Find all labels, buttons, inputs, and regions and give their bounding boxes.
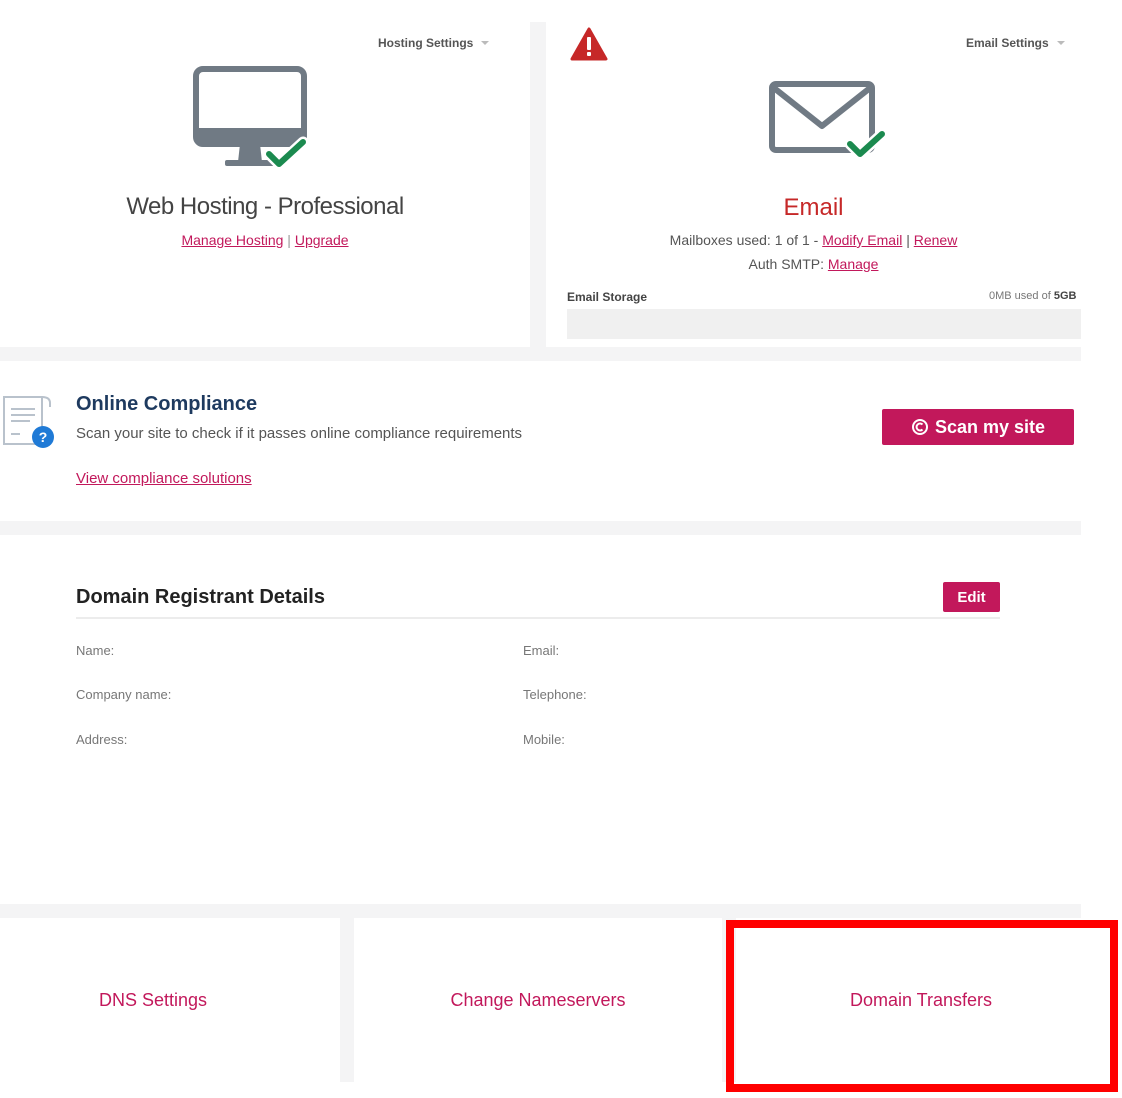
field-label-company: Company name: (76, 687, 172, 702)
dns-settings-tile[interactable]: DNS Settings (0, 918, 340, 1082)
change-nameservers-tile[interactable]: Change Nameservers (354, 918, 722, 1082)
field-label-name: Name: (76, 643, 115, 658)
hosting-plan-title: Web Hosting - Professional (126, 193, 404, 220)
email-storage-label: Email Storage (567, 290, 648, 304)
email-title: Email (783, 194, 844, 221)
divider (0, 521, 1081, 535)
field-label-mobile: Mobile: (523, 732, 565, 747)
warning-triangle-icon (570, 27, 608, 61)
divider (340, 916, 354, 1082)
scan-button-label: Scan my site (934, 416, 1046, 437)
view-compliance-link[interactable]: View compliance solutions (76, 470, 252, 487)
link-separator: | (906, 232, 910, 248)
change-nameservers-label: Change Nameservers (450, 989, 626, 1010)
field-label-email: Email: (523, 643, 560, 658)
envelope-check-icon (769, 81, 888, 160)
edit-registrant-button[interactable]: Edit (943, 582, 1000, 612)
compliance-title: Online Compliance (76, 393, 258, 415)
email-card: Email Settings Email Mailboxes used: 1 o… (546, 0, 1081, 347)
mailboxes-usage: Mailboxes used: 1 of 1 - Modify Email | … (546, 232, 1081, 248)
email-settings-dropdown[interactable]: Email Settings (966, 36, 1065, 50)
hosting-settings-label: Hosting Settings (378, 36, 474, 50)
highlight-box (726, 920, 1118, 1092)
hosting-links: Manage Hosting | Upgrade (0, 232, 530, 248)
manage-hosting-link[interactable]: Manage Hosting (181, 232, 283, 248)
registrant-title: Domain Registrant Details (76, 586, 325, 608)
email-storage-bar (567, 309, 1081, 339)
mailboxes-text: Mailboxes used: 1 of 1 - (669, 232, 823, 248)
document-question-icon: ? (3, 396, 54, 448)
renew-link[interactable]: Renew (914, 232, 958, 248)
auth-smtp-label: Auth SMTP: (748, 256, 828, 272)
scan-icon (911, 419, 928, 435)
auth-smtp-row: Auth SMTP: Manage (546, 256, 1081, 272)
hosting-card: Hosting Settings Web Hosting - Professio… (0, 0, 530, 347)
email-settings-label: Email Settings (966, 36, 1049, 50)
monitor-check-icon (193, 66, 309, 170)
hosting-settings-dropdown[interactable]: Hosting Settings (378, 36, 490, 50)
link-separator: | (287, 232, 291, 248)
field-label-telephone: Telephone: (523, 687, 587, 702)
dns-settings-label: DNS Settings (99, 989, 208, 1010)
divider (0, 904, 1081, 918)
manage-smtp-link[interactable]: Manage (828, 256, 879, 272)
email-storage-usage: 0MB used of 5GB (989, 290, 1076, 302)
field-label-address: Address: (76, 732, 128, 747)
chevron-down-icon (481, 41, 490, 45)
divider (530, 22, 546, 350)
scan-my-site-button[interactable]: Scan my site (882, 409, 1074, 445)
divider (76, 617, 1000, 619)
compliance-description: Scan your site to check if it passes onl… (76, 425, 523, 442)
storage-total: 5GB (1053, 290, 1077, 302)
upgrade-link[interactable]: Upgrade (295, 232, 349, 248)
chevron-down-icon (1056, 41, 1065, 45)
svg-text:?: ? (39, 429, 48, 445)
storage-used-text: 0MB used of (989, 290, 1054, 302)
modify-email-link[interactable]: Modify Email (822, 232, 902, 248)
